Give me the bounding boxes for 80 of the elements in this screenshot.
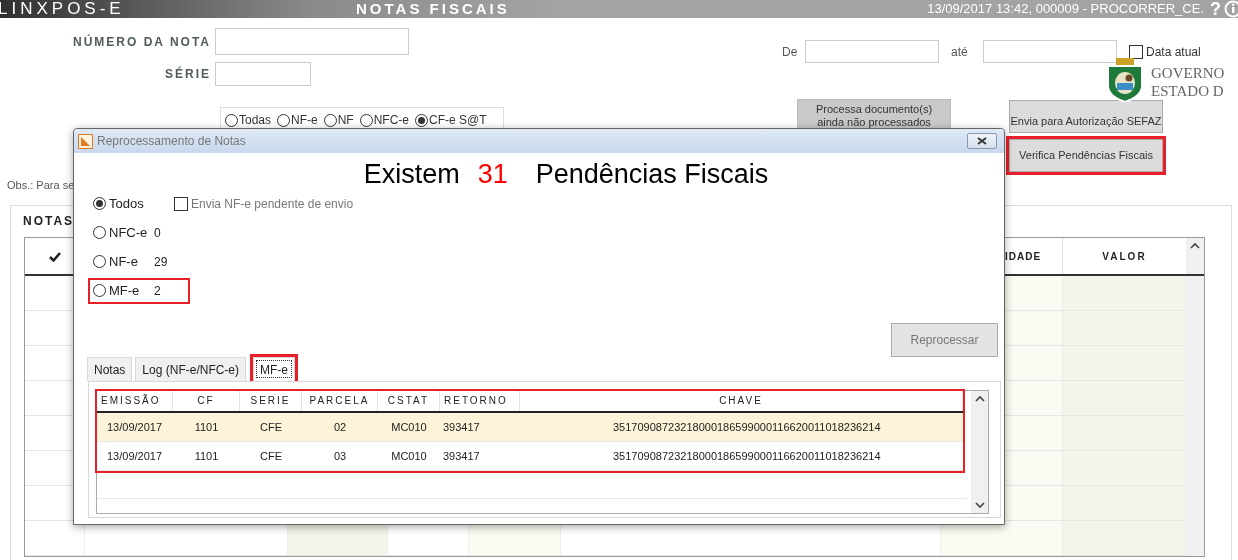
radio-label: NF-e: [291, 112, 318, 129]
scrollbar[interactable]: [1186, 238, 1204, 274]
table-cell-text: 393417: [442, 419, 481, 435]
column-header: PARCELA: [302, 391, 378, 411]
field-label: NÚMERO DA NOTA: [72, 33, 212, 51]
table-cell-text: 35170908723218000186599000116620011018236214: [612, 448, 882, 464]
app-icon: [78, 133, 93, 149]
radio-button[interactable]: [323, 113, 337, 127]
option-count: 0: [154, 224, 161, 242]
table-cell-text: CFE: [259, 448, 283, 464]
table-cell-text: 03: [332, 448, 348, 464]
scrollbar[interactable]: [971, 391, 988, 513]
column-header: VALOR: [1101, 250, 1148, 264]
column-header: EMISSÃO: [97, 391, 173, 411]
number-input[interactable]: [215, 28, 409, 55]
table-cell-text: 1101: [193, 448, 220, 464]
field-label: De: [782, 43, 799, 61]
close-icon[interactable]: [977, 137, 987, 145]
date-input[interactable]: [983, 40, 1117, 63]
scroll-up-icon[interactable]: [1190, 242, 1200, 250]
tab[interactable]: Log (NF-e/NFC-e): [135, 357, 247, 381]
column-header: CSTAT: [378, 391, 440, 411]
radio-label: CF-e S@T: [429, 112, 487, 129]
field-label: até: [951, 43, 969, 61]
column-header: SERIE: [240, 391, 302, 411]
table-cell-text: MC010: [390, 448, 428, 464]
radio-label: NFC-e: [373, 112, 410, 129]
column-header: CHAVE: [520, 391, 963, 411]
dialog-title: Reprocessamento de Notas: [97, 133, 246, 150]
action-button[interactable]: Envia para Autorização SEFAZ: [1009, 100, 1163, 133]
date-input[interactable]: [805, 40, 939, 63]
radio-label: NFC-e: [109, 223, 149, 242]
table-cell-text: 02: [332, 419, 348, 435]
logo-text: ESTADO D: [1151, 82, 1225, 100]
pending-count: 31: [477, 159, 508, 189]
grid-row[interactable]: 13/09/2017 1101 CFE 02 MC010 393417 35170908723218000186599000116620011018236214: [97, 413, 963, 442]
app-logo: LINXPOS-E: [0, 0, 126, 18]
field-label: SÉRIE: [164, 65, 212, 83]
radio-label: NF: [337, 112, 354, 129]
scroll-down-icon[interactable]: [974, 501, 985, 509]
radio-button[interactable]: [277, 113, 291, 127]
close-button[interactable]: [967, 133, 997, 149]
checkbox[interactable]: [1129, 45, 1143, 59]
scroll-up-icon[interactable]: [974, 395, 985, 403]
series-input[interactable]: [215, 62, 311, 86]
radio-label: Todas: [239, 112, 272, 129]
check-icon: [49, 250, 61, 262]
table-cell-text: 1101: [193, 419, 220, 435]
heading-text: Existem: [363, 159, 460, 189]
table-cell-text: 35170908723218000186599000116620011018236214: [612, 419, 882, 435]
panel-title: NOTAS: [23, 213, 76, 230]
logo-text: GOVERNO: [1151, 64, 1225, 82]
radio-button[interactable]: [93, 226, 106, 239]
radio-button[interactable]: [225, 113, 238, 127]
radio-label: MF-e: [109, 281, 141, 300]
table-cell-text: CFE: [259, 419, 283, 435]
table-cell-text: 13/09/2017: [106, 448, 164, 464]
option-count: 29: [154, 253, 168, 271]
radio-label: Todos: [109, 194, 145, 213]
heading-text: Pendências Fiscais: [535, 159, 769, 189]
radio-button[interactable]: [93, 197, 106, 210]
tab[interactable]: Notas: [87, 357, 133, 381]
table-cell-text: MC010: [390, 419, 428, 435]
radio-button[interactable]: [359, 113, 373, 127]
radio-button[interactable]: [93, 284, 106, 297]
action-button[interactable]: Verifica Pendências Fiscais: [1009, 139, 1163, 172]
radio-button[interactable]: [93, 255, 106, 268]
table-cell-text: 393417: [442, 448, 481, 464]
radio-button[interactable]: [415, 113, 429, 127]
checkbox-label: Envia NF-e pendente de envio: [191, 195, 354, 213]
radio-label: NF-e: [109, 252, 139, 271]
option-count: 2: [154, 282, 161, 300]
table-cell-text: 13/09/2017: [106, 419, 164, 435]
column-header: CF: [173, 391, 240, 411]
column-header: RETORNO: [440, 391, 520, 411]
checkbox[interactable]: [174, 196, 188, 211]
session-info: 13/09/2017 13:42, 000009 - PROCORRER_CE.: [927, 0, 1204, 18]
checkbox-label: Data atual: [1146, 44, 1201, 61]
page-title: NOTAS FISCAIS: [356, 0, 510, 18]
tab[interactable]: MF-e: [253, 357, 296, 381]
